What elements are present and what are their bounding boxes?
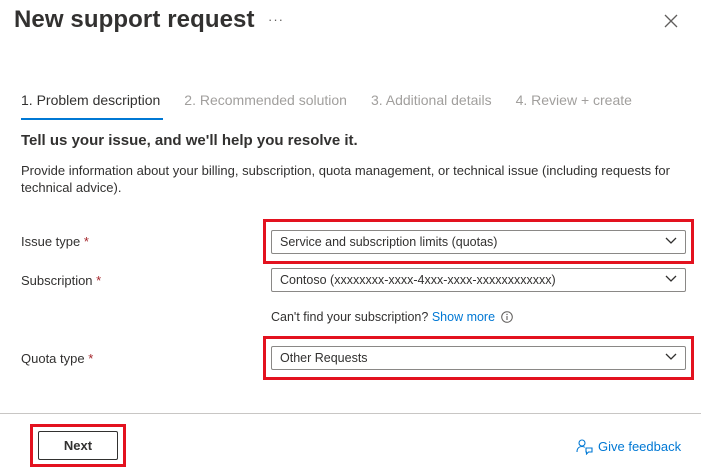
show-more-link[interactable]: Show more — [432, 310, 495, 324]
active-tab-indicator — [21, 118, 163, 120]
find-subscription-hint: Can't find your subscription? Show more — [271, 310, 513, 324]
section-heading: Tell us your issue, and we'll help you r… — [21, 132, 358, 149]
tab-recommended-solution[interactable]: 2. Recommended solution — [184, 92, 347, 118]
tab-additional-details[interactable]: 3. Additional details — [371, 92, 492, 118]
subscription-dropdown[interactable]: Contoso (xxxxxxxx-xxxx-4xxx-xxxx-xxxxxxx… — [271, 268, 686, 292]
quota-type-highlight — [263, 336, 694, 380]
info-icon[interactable] — [500, 311, 513, 323]
section-description: Provide information about your billing, … — [21, 163, 670, 195]
tab-review-create[interactable]: 4. Review + create — [516, 92, 632, 118]
close-icon[interactable] — [662, 12, 680, 30]
issue-type-highlight — [263, 219, 694, 264]
footer-divider — [0, 413, 701, 414]
page-title: New support request — [14, 6, 255, 33]
subscription-value: Contoso (xxxxxxxx-xxxx-4xxx-xxxx-xxxxxxx… — [280, 273, 556, 287]
required-marker: * — [83, 234, 89, 249]
chevron-down-icon — [665, 275, 677, 282]
issue-type-label: Issue type * — [21, 234, 89, 249]
wizard-steps: 1. Problem description 2. Recommended so… — [21, 92, 656, 118]
subscription-label: Subscription * — [21, 273, 102, 288]
quota-type-label: Quota type * — [21, 351, 94, 366]
give-feedback-link[interactable]: Give feedback — [576, 438, 681, 455]
more-options-icon[interactable]: ··· — [268, 12, 284, 27]
feedback-icon — [576, 439, 593, 455]
required-marker: * — [88, 351, 94, 366]
required-marker: * — [96, 273, 102, 288]
tab-problem-description[interactable]: 1. Problem description — [21, 92, 160, 118]
next-button-highlight — [30, 424, 126, 467]
